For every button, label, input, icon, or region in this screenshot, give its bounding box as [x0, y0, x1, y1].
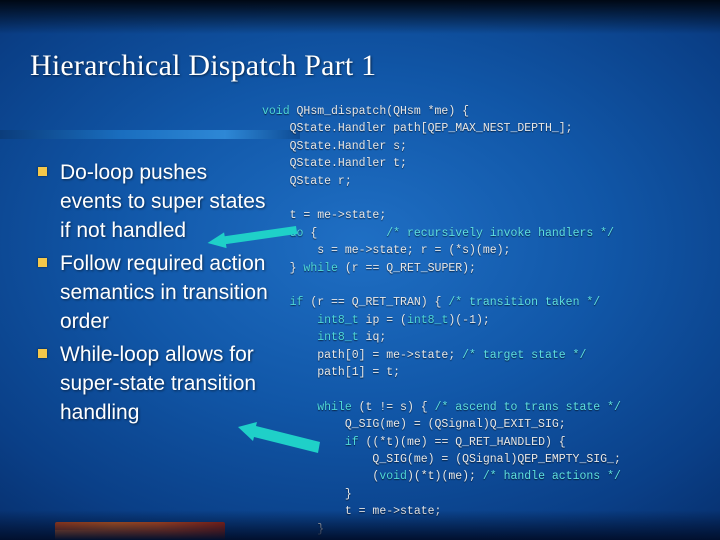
- slide: Hierarchical Dispatch Part 1 Do-loop pus…: [0, 0, 720, 540]
- code-line: while (t != s) { /* ascend to trans stat…: [317, 400, 621, 414]
- page-title: Hierarchical Dispatch Part 1: [30, 49, 377, 82]
- square-bullet-icon: [38, 349, 47, 358]
- list-item: Follow required action semantics in tran…: [38, 249, 268, 336]
- code-line: } while (r == Q_RET_SUPER);: [262, 261, 476, 275]
- code-line: Q_SIG(me) = (QSignal)QEP_EMPTY_SIG_;: [262, 453, 621, 467]
- code-line: if (r == Q_RET_TRAN) { /* transition tak…: [289, 296, 601, 310]
- code-line: QState.Handler t;: [262, 157, 407, 171]
- code-line: int8_t ip = (int8_t)(-1);: [317, 313, 490, 327]
- code-line: (void)(*t)(me); /* handle actions */: [262, 470, 621, 484]
- code-block: void QHsm_dispatch(QHsm *me) { QState.Ha…: [262, 103, 712, 538]
- code-line: t = me->state;: [262, 505, 442, 519]
- list-item-label: Do-loop pushes events to super states if…: [60, 161, 266, 242]
- square-bullet-icon: [38, 258, 47, 267]
- bullet-list: Do-loop pushes events to super states if…: [38, 158, 268, 431]
- code-line: QState r;: [262, 174, 352, 188]
- list-item-label: While-loop allows for super-state transi…: [60, 343, 257, 424]
- list-item: While-loop allows for super-state transi…: [38, 340, 268, 427]
- list-item: Do-loop pushes events to super states if…: [38, 158, 268, 245]
- code-line: path[1] = t;: [262, 366, 401, 380]
- code-line: do { /* recursively invoke handlers */: [289, 226, 614, 240]
- list-item-label: Follow required action semantics in tran…: [60, 252, 268, 333]
- code-line: t = me->state;: [262, 209, 387, 223]
- code-line: path[0] = me->state; /* target state */: [262, 348, 587, 362]
- code-line: }: [262, 487, 352, 501]
- code-line: }: [262, 522, 325, 536]
- code-line: QState.Handler path[QEP_MAX_NEST_DEPTH_]…: [262, 122, 573, 136]
- title-underline-bar: [0, 130, 300, 139]
- square-bullet-icon: [38, 167, 47, 176]
- footer-accent-bar-highlight: [55, 530, 225, 540]
- code-line: if ((*t)(me) == Q_RET_HANDLED) {: [344, 435, 566, 449]
- code-line: void QHsm_dispatch(QHsm *me) {: [262, 105, 470, 118]
- code-line: int8_t iq;: [317, 331, 387, 345]
- code-line: s = me->state; r = (*s)(me);: [262, 244, 511, 258]
- code-line: QState.Handler s;: [262, 139, 407, 153]
- code-line: Q_SIG(me) = (QSignal)Q_EXIT_SIG;: [262, 418, 566, 432]
